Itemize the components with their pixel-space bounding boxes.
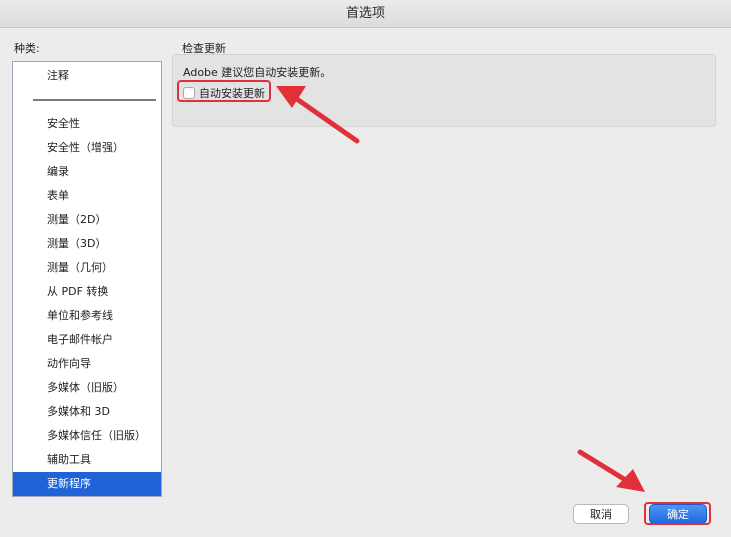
- annotation-arrow-checkbox: [276, 86, 360, 144]
- annotation-arrows: [276, 86, 645, 492]
- annotation-arrow-ok: [577, 449, 645, 492]
